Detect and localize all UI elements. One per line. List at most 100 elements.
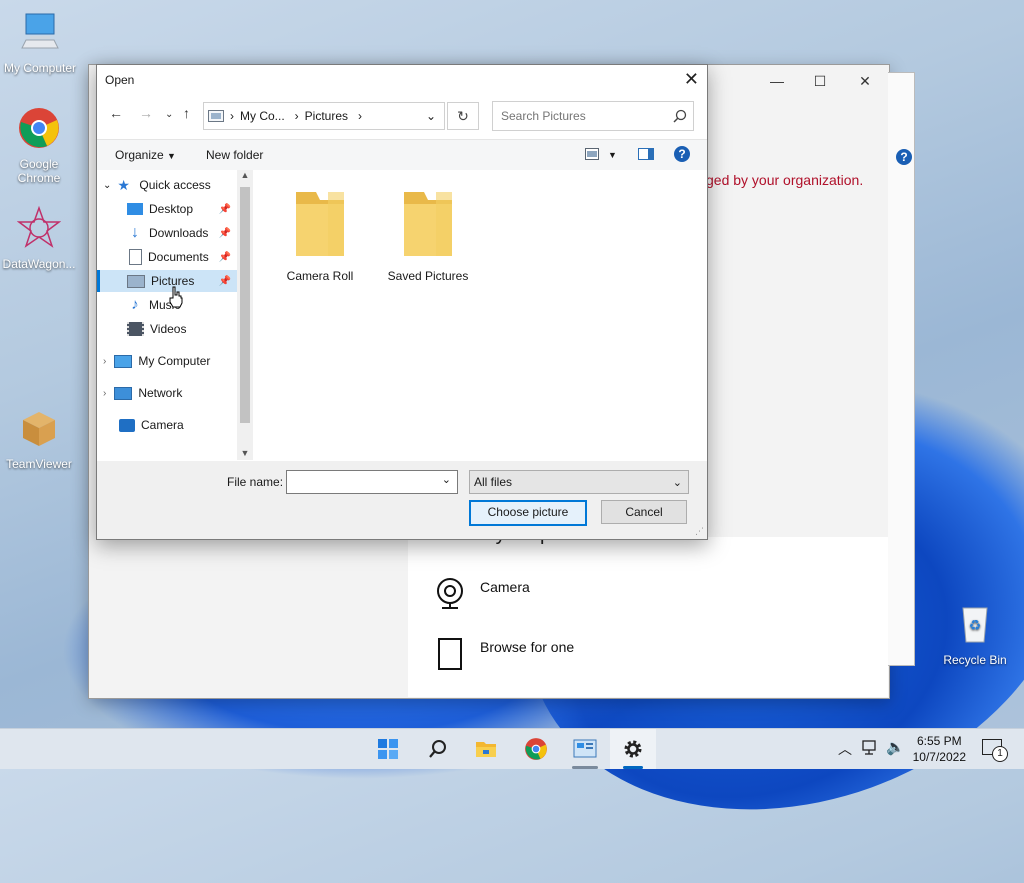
- browse-option[interactable]: Browse for one: [434, 637, 574, 671]
- refresh-icon[interactable]: ↻: [447, 102, 479, 130]
- close-button[interactable]: ✕: [850, 73, 880, 93]
- clock-time: 6:55 PM: [916, 734, 962, 748]
- organize-button[interactable]: Organize ▼: [115, 148, 176, 162]
- camera-icon: [119, 418, 135, 432]
- nav-item-pictures[interactable]: Pictures 📌: [97, 270, 237, 292]
- file-type-value: All files: [474, 475, 513, 489]
- breadcrumb-separator: ›: [358, 109, 363, 123]
- chrome-taskbar-button[interactable]: [524, 737, 548, 761]
- nav-quick-access[interactable]: ⌄ ★ Quick access: [97, 174, 237, 196]
- nav-label: Documents: [148, 250, 209, 264]
- search-input[interactable]: [499, 108, 663, 124]
- desktop-icon-datawagon[interactable]: DataWagon...: [0, 205, 79, 271]
- desktop-icon-chrome[interactable]: Google Chrome: [0, 106, 79, 185]
- nav-my-computer[interactable]: › My Computer: [97, 350, 237, 372]
- nav-network[interactable]: › Network: [97, 382, 237, 404]
- preview-pane-icon[interactable]: [638, 148, 654, 163]
- search-icon: [673, 109, 687, 123]
- choose-picture-button[interactable]: Choose picture: [469, 500, 587, 526]
- pin-icon: 📌: [218, 227, 231, 239]
- camera-option[interactable]: Camera: [434, 577, 530, 611]
- network-icon[interactable]: [862, 740, 880, 756]
- network-icon: [114, 386, 133, 400]
- cancel-button[interactable]: Cancel: [601, 500, 687, 524]
- chevron-down-icon[interactable]: ⌄: [442, 473, 451, 486]
- folder-icon: [404, 192, 452, 256]
- back-arrow-icon[interactable]: ←: [109, 105, 123, 121]
- desktop-icon-my-computer[interactable]: My Computer: [0, 10, 80, 75]
- desktop-icon-recycle-bin[interactable]: ♻ Recycle Bin: [935, 602, 1015, 667]
- pictures-folder-icon: [208, 110, 224, 122]
- navigation-pane: ⌄ ★ Quick access Desktop 📌 ↓ Downloads 📌…: [97, 170, 237, 460]
- address-dropdown-icon[interactable]: ⌄: [426, 109, 436, 123]
- pin-icon: 📌: [218, 203, 231, 215]
- help-icon[interactable]: ?: [896, 149, 912, 165]
- folder-icon: [296, 192, 344, 256]
- gear-icon: [624, 740, 642, 758]
- new-folder-button[interactable]: New folder: [206, 148, 263, 162]
- desktop-icon: [127, 203, 143, 215]
- music-note-icon: ♪: [131, 296, 139, 313]
- nav-item-documents[interactable]: Documents 📌: [97, 246, 237, 268]
- search-button[interactable]: [426, 737, 450, 761]
- nav-item-videos[interactable]: Videos: [97, 318, 237, 340]
- desktop-icon-label: Recycle Bin: [943, 653, 1007, 667]
- start-button[interactable]: [376, 737, 400, 761]
- open-dialog: Open ✕ ← → ⌄ ↑ › My Co... › Pictures › ⌄…: [96, 64, 708, 540]
- document-icon: [129, 249, 142, 265]
- view-options-icon[interactable]: [585, 148, 599, 163]
- file-explorer-button[interactable]: [474, 737, 498, 761]
- up-arrow-icon[interactable]: ↑: [183, 105, 190, 121]
- scroll-up-icon[interactable]: ▲: [237, 170, 253, 180]
- scroll-down-icon[interactable]: ▼: [237, 448, 253, 458]
- chrome-icon: [19, 108, 59, 148]
- webcam-icon: [437, 578, 463, 609]
- recent-chevron-icon[interactable]: ⌄: [165, 109, 173, 120]
- speaker-icon[interactable]: 🔈: [886, 738, 905, 756]
- recycle-bin-icon: ♻: [962, 607, 988, 643]
- nav-item-music[interactable]: ♪ Music: [97, 294, 237, 316]
- file-type-select[interactable]: All files ⌄: [469, 470, 689, 494]
- file-name-field[interactable]: ⌄: [286, 470, 458, 494]
- file-name-label: File name:: [227, 475, 284, 489]
- pictures-icon: [127, 274, 145, 288]
- view-dropdown-icon[interactable]: ▼: [608, 150, 617, 160]
- settings-taskbar-button[interactable]: [610, 729, 656, 769]
- minimize-button[interactable]: —: [762, 73, 792, 93]
- breadcrumb-segment[interactable]: My Co...: [240, 109, 285, 123]
- chevron-right-icon: ›: [103, 387, 107, 399]
- control-panel-taskbar-button[interactable]: [573, 737, 597, 761]
- forward-arrow-icon[interactable]: →: [139, 105, 153, 121]
- folder-camera-roll[interactable]: Camera Roll: [275, 182, 365, 283]
- nav-label: Downloads: [149, 226, 209, 240]
- folder-saved-pictures[interactable]: Saved Pictures: [383, 182, 473, 283]
- chevron-up-icon[interactable]: ︿: [838, 739, 852, 759]
- chrome-icon: [525, 738, 547, 760]
- nav-label: Quick access: [139, 178, 211, 192]
- address-bar[interactable]: › My Co... › Pictures › ⌄: [203, 102, 445, 130]
- taskbar: ︿ 🔈 6:55 PM 10/7/2022 1: [0, 728, 1024, 769]
- maximize-button[interactable]: ☐: [805, 73, 835, 93]
- nav-item-desktop[interactable]: Desktop 📌: [97, 198, 237, 220]
- nav-item-downloads[interactable]: ↓ Downloads 📌: [97, 222, 237, 244]
- search-box[interactable]: [492, 101, 694, 131]
- hand-cursor-icon: [169, 286, 183, 308]
- notification-icon[interactable]: 1: [982, 739, 1008, 762]
- svg-text:♻: ♻: [969, 617, 982, 633]
- scrollbar-thumb[interactable]: [240, 187, 250, 423]
- breadcrumb-separator: ›: [230, 109, 234, 123]
- dialog-close-icon[interactable]: ✕: [684, 69, 699, 90]
- breadcrumb-separator: ›: [294, 109, 299, 123]
- nav-label: Camera: [141, 418, 184, 432]
- control-panel-icon: [573, 739, 597, 758]
- pin-icon: 📌: [218, 275, 231, 287]
- desktop-icon-teamviewer[interactable]: TeamViewer: [0, 406, 79, 471]
- nav-camera[interactable]: Camera: [97, 414, 237, 436]
- resize-grip-icon[interactable]: ⋰: [695, 526, 704, 537]
- search-icon: [429, 740, 446, 758]
- help-icon[interactable]: ?: [674, 146, 690, 162]
- camera-option-label: Camera: [480, 579, 530, 595]
- folder-label: Saved Pictures: [387, 269, 469, 283]
- clock[interactable]: 6:55 PM 10/7/2022: [913, 733, 966, 765]
- breadcrumb-segment[interactable]: Pictures: [305, 109, 348, 123]
